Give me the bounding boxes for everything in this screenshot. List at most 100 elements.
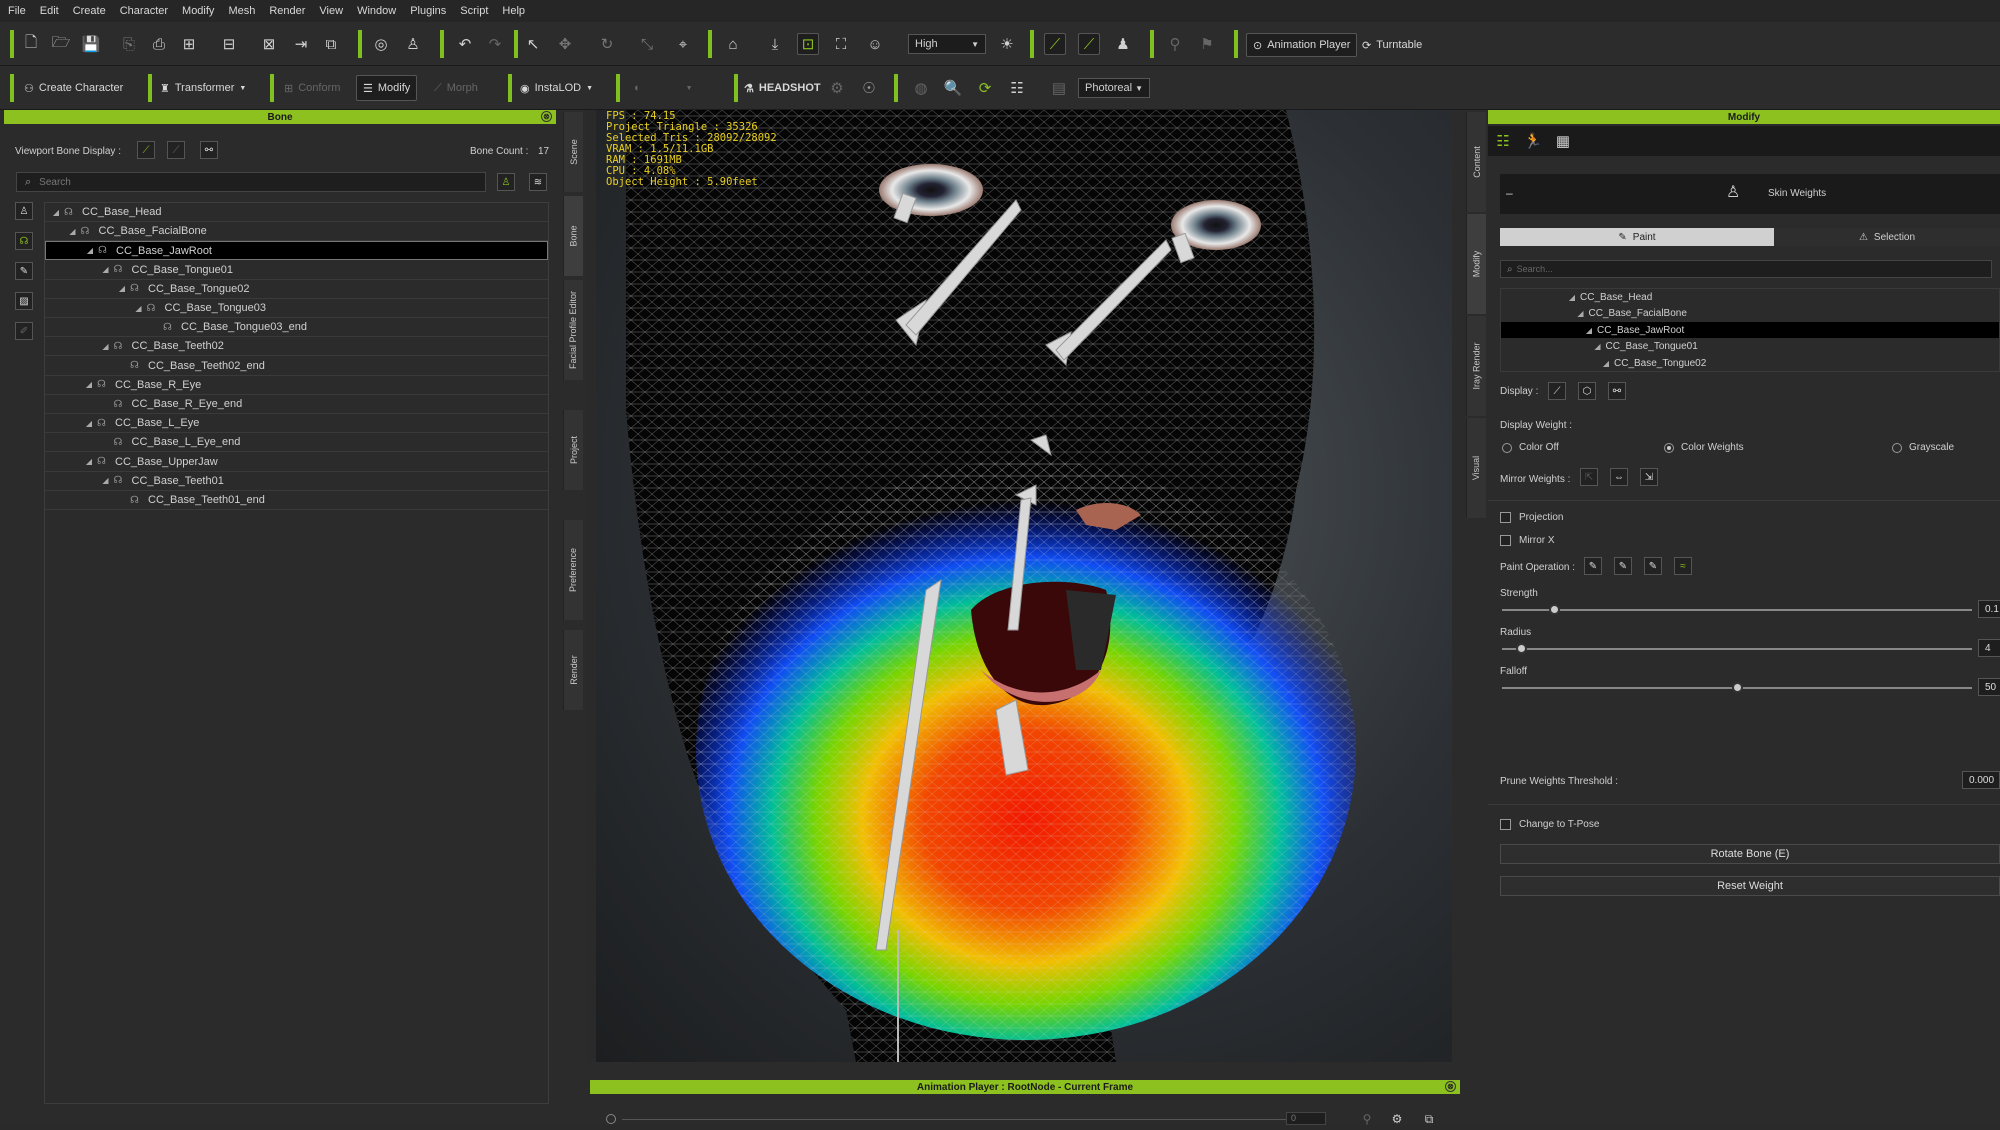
timeline-track[interactable] — [622, 1119, 1312, 1120]
menu-plugins[interactable]: Plugins — [410, 5, 446, 17]
transformer-button[interactable]: ♜ Transformer ▼ — [154, 75, 252, 101]
tab-preference[interactable]: Preference — [563, 520, 583, 620]
tab-selection[interactable]: ⚠ Selection — [1774, 228, 2000, 246]
radius-value[interactable]: 4 — [1978, 639, 2000, 657]
scale-icon[interactable]: ⤡ — [636, 33, 658, 55]
rotate-bone-button[interactable]: Rotate Bone (E) — [1500, 844, 2000, 864]
mirror-x-checkbox[interactable]: Mirror X — [1500, 535, 1555, 546]
undo-icon[interactable]: ↶ — [454, 33, 476, 55]
create-character-button[interactable]: ⚇ Create Character — [18, 75, 129, 101]
export-usd-icon[interactable]: ⊠ — [258, 33, 280, 55]
expand-arrow-icon[interactable]: ◢ — [117, 284, 127, 293]
expand-arrow-icon[interactable]: ◢ — [51, 208, 61, 217]
pose-icon[interactable]: 🏃 — [1522, 130, 1544, 152]
popout-icon[interactable]: ⧉ — [1418, 1108, 1440, 1130]
weights-search-field[interactable]: ⌕ Search... — [1500, 260, 1992, 278]
weights-tree-row[interactable]: ◢ CC_Base_Head — [1501, 289, 1999, 305]
menu-view[interactable]: View — [319, 5, 343, 17]
expand-arrow-icon[interactable]: ◢ — [1593, 342, 1603, 351]
close-icon[interactable]: ⊗ — [541, 111, 552, 122]
bone-tree-row[interactable]: ◢ ☊ CC_Base_Teeth01 — [45, 472, 548, 491]
expand-arrow-icon[interactable]: ◢ — [1601, 359, 1611, 368]
save-icon[interactable]: 💾 — [80, 33, 102, 55]
expand-arrow-icon[interactable]: ◢ — [101, 265, 111, 274]
expand-arrow-icon[interactable]: ◢ — [101, 342, 111, 351]
send-icon[interactable]: ⇥ — [290, 33, 312, 55]
move-icon[interactable]: ✥ — [554, 33, 576, 55]
new-file-icon[interactable]: 🗋 — [20, 33, 42, 55]
panel-icon[interactable]: ▤ — [1048, 77, 1070, 99]
skeleton-display-icon[interactable]: ⟋ — [1078, 33, 1100, 55]
light-icon[interactable]: ☀ — [996, 33, 1018, 55]
expand-arrow-icon[interactable]: ◢ — [134, 304, 144, 313]
brush-tool-icon[interactable]: ✎ — [15, 262, 33, 280]
strength-value[interactable]: 0.1 — [1978, 600, 2000, 618]
bone-shape-icon[interactable]: ⟋ — [167, 141, 185, 159]
home-icon[interactable]: ⌂ — [722, 33, 744, 55]
bone-line-icon[interactable]: ⟋ — [137, 141, 155, 159]
keyframe-icon[interactable]: ⚲ — [1356, 1108, 1378, 1130]
sliders-icon[interactable]: ☷ — [1492, 130, 1514, 152]
refresh-icon[interactable]: ⟳ — [974, 77, 996, 99]
weights-tree-row[interactable]: ◢ CC_Base_Tongue02 — [1501, 355, 1999, 371]
ik-icon[interactable]: ⚲ — [1164, 33, 1186, 55]
tab-render[interactable]: Render — [563, 630, 583, 710]
tab-modify[interactable]: Modify — [1466, 214, 1486, 314]
collapse-icon[interactable]: – — [1506, 186, 1513, 200]
export-window-icon[interactable]: ⧉ — [320, 33, 342, 55]
falloff-knob[interactable] — [1732, 682, 1743, 693]
layers-icon[interactable]: ≋ — [529, 173, 547, 191]
checker-icon[interactable]: ▦ — [1552, 130, 1574, 152]
bone-tree-row[interactable]: ◢ ☊ CC_Base_Head — [45, 203, 548, 222]
tab-bone[interactable]: Bone — [563, 196, 583, 276]
bone-search-field[interactable]: ⌕ Search — [16, 172, 486, 192]
tab-project[interactable]: Project — [563, 410, 583, 490]
tab-facial-profile-editor[interactable]: Facial Profile Editor — [563, 280, 583, 380]
character-icon[interactable]: ♙ — [402, 33, 424, 55]
export-fbx-icon[interactable]: ⊟ — [218, 33, 240, 55]
expand-arrow-icon[interactable]: ◢ — [68, 227, 78, 236]
flag-icon[interactable]: ⚑ — [1196, 33, 1218, 55]
head-icon[interactable]: ☉ — [858, 77, 880, 99]
expand-arrow-icon[interactable]: ◢ — [84, 457, 94, 466]
mirror-left-icon[interactable]: ⇱ — [1580, 468, 1598, 486]
expand-arrow-icon[interactable]: ◢ — [1584, 326, 1594, 335]
modify-button[interactable]: ☰ Modify — [356, 75, 418, 101]
menu-edit[interactable]: Edit — [40, 5, 59, 17]
bone-tree-row[interactable]: ☊ CC_Base_Teeth01_end — [45, 491, 548, 510]
display-mesh-icon[interactable]: ⬡ — [1578, 382, 1596, 400]
animation-settings-icon[interactable]: ⚙ — [1386, 1108, 1408, 1130]
menu-modify[interactable]: Modify — [182, 5, 214, 17]
menu-mesh[interactable]: Mesh — [228, 5, 255, 17]
bone-tree-row[interactable]: ◢ ☊ CC_Base_Tongue03 — [45, 299, 548, 318]
bone-joint-icon[interactable]: ⚯ — [200, 141, 218, 159]
frame-field[interactable]: 0 — [1286, 1112, 1326, 1125]
bone-tree-row[interactable]: ◢ ☊ CC_Base_FacialBone — [45, 222, 548, 242]
open-folder-icon[interactable]: 🗁 — [50, 33, 72, 55]
bone-filter-icon[interactable]: ♙ — [497, 173, 515, 191]
weight-tool-icon[interactable]: ▨ — [15, 292, 33, 310]
bone-tree-row[interactable]: ◢ ☊ CC_Base_Tongue02 — [45, 280, 548, 299]
expand-arrow-icon[interactable]: ◢ — [1567, 293, 1577, 302]
radius-knob[interactable] — [1515, 643, 1527, 654]
reset-weight-button[interactable]: Reset Weight — [1500, 876, 2000, 896]
paint-replace-icon[interactable]: ✎ — [1644, 557, 1662, 575]
rotate-icon[interactable]: ↻ — [596, 33, 618, 55]
radio-color-off[interactable]: Color Off — [1502, 442, 1559, 453]
projection-checkbox[interactable]: Projection — [1500, 512, 1563, 523]
import-icon[interactable]: ⎘ — [118, 33, 140, 55]
menu-window[interactable]: Window — [357, 5, 396, 17]
tab-content[interactable]: Content — [1466, 112, 1486, 212]
bone-tree-row[interactable]: ◢ ☊ CC_Base_R_Eye — [45, 376, 548, 395]
substance-button[interactable]: ◐ ▼ — [628, 75, 699, 101]
export-icon[interactable]: ⎙ — [148, 33, 170, 55]
expand-arrow-icon[interactable]: ◢ — [85, 246, 95, 255]
bone-tree-row[interactable]: ☊ CC_Base_L_Eye_end — [45, 433, 548, 453]
instalod-button[interactable]: ◉ InstaLOD ▼ — [514, 75, 599, 101]
headshot-button[interactable]: ⚗ HEADSHOT — [738, 75, 827, 101]
3d-viewport[interactable]: FPS : 74.15 Project Triangle : 35326 Sel… — [596, 110, 1452, 1062]
face-view-icon[interactable]: ☺ — [864, 33, 886, 55]
bone-tree-row[interactable]: ◢ ☊ CC_Base_JawRoot — [45, 241, 548, 261]
display-joint-icon[interactable]: ⚯ — [1608, 382, 1626, 400]
expand-arrow-icon[interactable]: ◢ — [84, 419, 94, 428]
